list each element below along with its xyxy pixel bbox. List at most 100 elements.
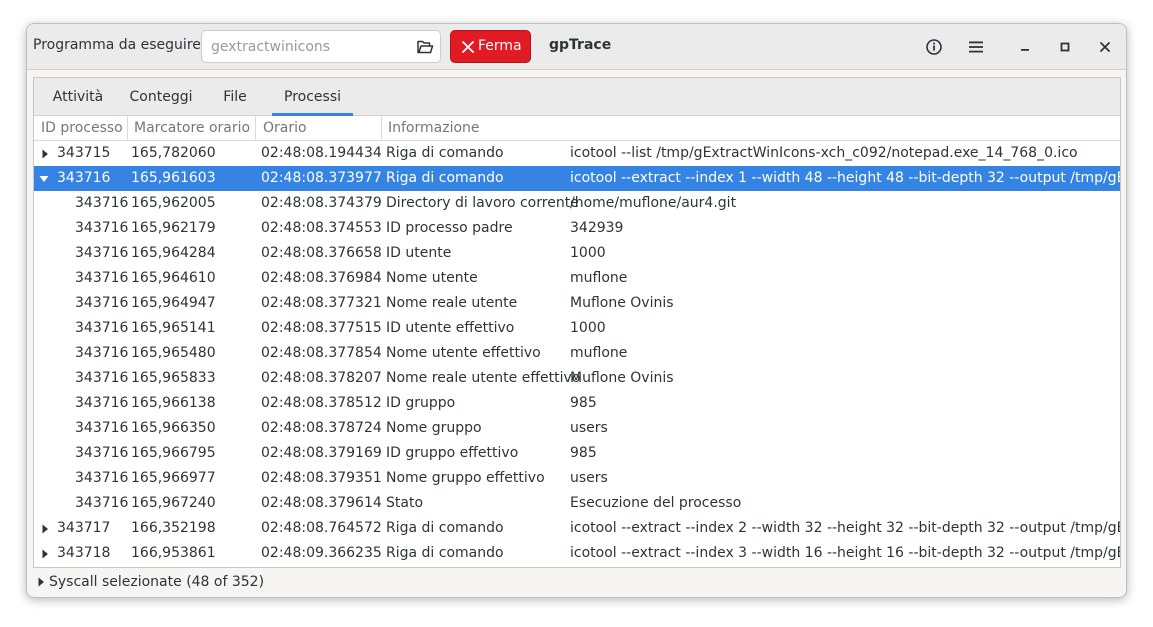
cell-time: 02:48:08.194434 — [261, 145, 382, 161]
cell-time: 02:48:08.378207 — [261, 370, 382, 386]
cell-value: Esecuzione del processo — [570, 495, 742, 511]
cell-marker: 165,966977 — [131, 470, 216, 486]
maximize-icon[interactable] — [1055, 37, 1075, 57]
tab-bar: Attività Conteggi File Processi — [34, 78, 1120, 116]
close-icon — [462, 41, 474, 53]
info-icon[interactable] — [924, 37, 944, 57]
cell-time: 02:48:08.379169 — [261, 445, 382, 461]
cell-pid: 343716 — [75, 295, 129, 311]
cell-marker: 165,966350 — [131, 420, 216, 436]
table-row[interactable]: 343716 165,967240 02:48:08.379614 Stato Esec… — [34, 491, 1120, 516]
table-row[interactable]: 343717 166,352198 02:48:08.764572 Riga di c… — [34, 516, 1120, 541]
cell-marker: 165,966795 — [131, 445, 216, 461]
table-row[interactable]: 343716 165,961603 02:48:08.373977 Riga di c… — [34, 166, 1120, 191]
cell-value: Muflone Ovinis — [570, 370, 674, 386]
cell-info: ID utente effettivo — [386, 320, 515, 336]
cell-info: Nome gruppo effettivo — [386, 470, 545, 486]
tab-label: Attività — [52, 89, 104, 105]
table-row[interactable]: 343716 165,965480 02:48:08.377854 Nome uten… — [34, 341, 1120, 366]
table-row[interactable]: 343716 165,962179 02:48:08.374553 ID proces… — [34, 216, 1120, 241]
cell-marker: 165,965141 — [131, 320, 216, 336]
table-row[interactable]: 343716 165,966138 02:48:08.378512 ID gruppo… — [34, 391, 1120, 416]
app-window: Programma da eseguire: gextractwinicons … — [26, 23, 1127, 598]
table-row[interactable]: 343716 165,966350 02:48:08.378724 Nome grup… — [34, 416, 1120, 441]
expander-right-icon — [38, 577, 44, 587]
column-header-time[interactable]: Orario — [256, 116, 382, 140]
minimize-icon[interactable] — [1015, 37, 1035, 57]
syscall-expander[interactable]: Syscall selezionate (48 of 352) — [33, 572, 533, 596]
program-input[interactable]: gextractwinicons — [201, 30, 441, 63]
cell-value: icotool --list /tmp/gExtractWinIcons-xch… — [570, 145, 1078, 161]
cell-time: 02:48:08.377854 — [261, 345, 382, 361]
menu-icon[interactable] — [966, 37, 986, 57]
cell-time: 02:48:08.377515 — [261, 320, 382, 336]
expander-right-icon[interactable] — [41, 524, 49, 534]
cell-info: Stato — [386, 495, 424, 511]
table-row[interactable]: 343718 166,953861 02:48:09.366235 Riga di c… — [34, 541, 1120, 566]
stop-button[interactable]: Ferma — [450, 30, 531, 63]
cell-time: 02:48:08.376658 — [261, 245, 382, 261]
window-close-icon[interactable] — [1095, 37, 1115, 57]
cell-time: 02:48:08.374379 — [261, 195, 382, 211]
table-row[interactable]: 343716 165,964284 02:48:08.376658 ID utente… — [34, 241, 1120, 266]
cell-value: users — [570, 470, 608, 486]
cell-info: ID processo padre — [386, 220, 513, 236]
cell-info: ID gruppo effettivo — [386, 445, 519, 461]
cell-value: 1000 — [570, 320, 606, 336]
cell-pid: 343716 — [57, 170, 111, 186]
cell-info: Nome reale utente effettivo — [386, 370, 581, 386]
column-header-pid[interactable]: ID processo — [34, 116, 128, 140]
cell-time: 02:48:08.378512 — [261, 395, 382, 411]
cell-marker: 165,962005 — [131, 195, 216, 211]
header-bar: Programma da eseguire: gextractwinicons … — [27, 24, 1126, 70]
cell-info: ID gruppo — [386, 395, 456, 411]
column-header-marker[interactable]: Marcatore orario — [128, 116, 256, 140]
table-row[interactable]: 343715 165,782060 02:48:08.194434 Riga di c… — [34, 141, 1120, 166]
cell-time: 02:48:09.366235 — [261, 545, 382, 561]
table-row[interactable]: 343716 165,966795 02:48:08.379169 ID gruppo… — [34, 441, 1120, 466]
tab-conteggi[interactable]: Conteggi — [120, 78, 202, 116]
tab-processi[interactable]: Processi — [272, 78, 353, 116]
syscall-label: Syscall selezionate (48 of 352) — [49, 574, 265, 590]
cell-info: Riga di comando — [386, 170, 504, 186]
table-row[interactable]: 343716 165,964947 02:48:08.377321 Nome real… — [34, 291, 1120, 316]
cell-pid: 343716 — [75, 345, 129, 361]
tab-attivita[interactable]: Attività — [40, 78, 116, 116]
expander-right-icon[interactable] — [41, 149, 49, 159]
cell-pid: 343716 — [75, 270, 129, 286]
cell-pid: 343716 — [75, 220, 129, 236]
app-title: gpTrace — [549, 37, 612, 53]
table-row[interactable]: 343716 165,965833 02:48:08.378207 Nome real… — [34, 366, 1120, 391]
cell-marker: 166,953861 — [131, 545, 216, 561]
program-label: Programma da eseguire: — [33, 37, 206, 53]
tab-file[interactable]: File — [208, 78, 262, 116]
table-row[interactable]: 343716 165,962005 02:48:08.374379 Directory… — [34, 191, 1120, 216]
column-header-info[interactable]: Informazione — [382, 116, 1120, 140]
column-headers: ID processo Marcatore orario Orario Info… — [34, 116, 1120, 141]
cell-marker: 165,782060 — [131, 145, 216, 161]
cell-value: /home/muflone/aur4.git — [570, 195, 737, 211]
content-frame: Attività Conteggi File Processi ID proce… — [33, 77, 1121, 568]
cell-time: 02:48:08.764572 — [261, 520, 382, 536]
table-row[interactable]: 343716 165,965141 02:48:08.377515 ID utente… — [34, 316, 1120, 341]
cell-marker: 165,964947 — [131, 295, 216, 311]
cell-info: Nome gruppo — [386, 420, 482, 436]
expander-down-icon[interactable] — [39, 175, 49, 183]
folder-open-icon[interactable] — [416, 38, 434, 56]
table-row[interactable]: 343716 165,966977 02:48:08.379351 Nome grup… — [34, 466, 1120, 491]
cell-pid: 343715 — [57, 145, 111, 161]
cell-pid: 343716 — [75, 445, 129, 461]
cell-time: 02:48:08.378724 — [261, 420, 382, 436]
cell-marker: 165,961603 — [131, 170, 216, 186]
expander-right-icon[interactable] — [41, 549, 49, 559]
cell-pid: 343716 — [75, 195, 129, 211]
cell-value: muflone — [570, 270, 628, 286]
table-row[interactable]: 343716 165,964610 02:48:08.376984 Nome uten… — [34, 266, 1120, 291]
cell-pid: 343716 — [75, 245, 129, 261]
tab-label: File — [223, 89, 247, 105]
cell-marker: 165,964610 — [131, 270, 216, 286]
cell-value: icotool --extract --index 1 --width 48 -… — [570, 170, 1121, 186]
cell-value: 985 — [570, 395, 597, 411]
cell-marker: 165,964284 — [131, 245, 216, 261]
program-input-placeholder: gextractwinicons — [211, 39, 331, 55]
